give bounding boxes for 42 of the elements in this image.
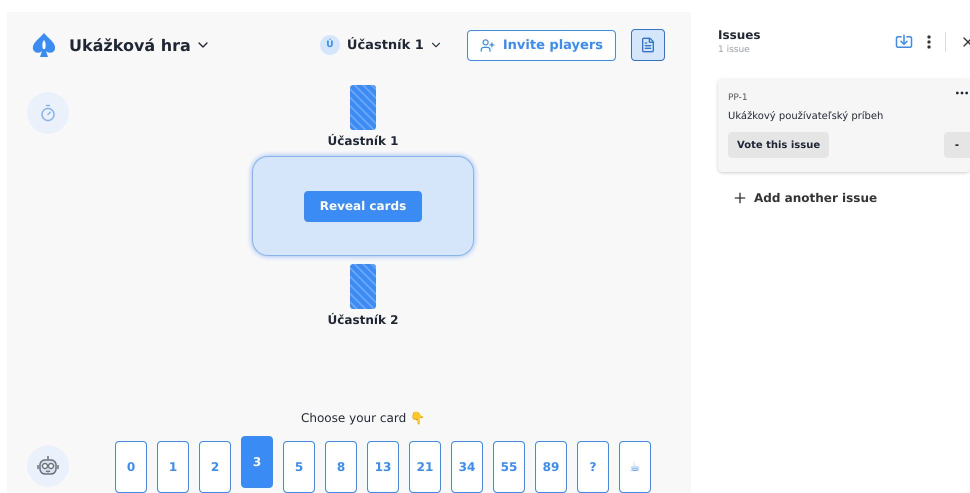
vote-card[interactable]: 2 [199,441,231,493]
import-button[interactable] [895,33,913,51]
vote-card[interactable]: 0 [115,441,147,493]
issue-card[interactable]: PP-1 Ukážkový používateľský príbeh Vote this issue - [718,79,970,172]
vote-card[interactable]: 3 [241,436,273,488]
document-icon [640,37,656,53]
user-avatar: Ú [320,35,340,55]
vote-card[interactable]: ? [577,441,609,493]
more-vertical-icon [927,35,931,49]
plus-icon [732,190,748,206]
robot-button[interactable] [27,445,69,487]
timer-icon [39,104,57,122]
player-name: Účastník 2 [328,313,398,327]
vote-card[interactable]: 55 [493,441,525,493]
card-back [350,264,376,309]
robot-icon [36,455,60,477]
reveal-cards-button[interactable]: Reveal cards [304,190,422,222]
issue-key: PP-1 [728,93,970,103]
card-back [350,85,376,130]
more-button[interactable] [927,35,931,49]
issue-count: 1 issue [718,45,751,55]
add-issue-button[interactable]: Add another issue [732,190,878,206]
vote-card[interactable]: 21 [409,441,441,493]
issue-title: Ukážkový používateľský príbeh [728,111,884,122]
vote-card[interactable]: 5 [283,441,315,493]
import-icon [895,33,913,51]
panel-title: Issues [718,28,761,42]
user-plus-icon [480,38,495,52]
vote-issue-button[interactable]: Vote this issue [728,132,830,158]
vote-card[interactable]: ☕ [619,441,651,493]
points-button[interactable]: - [944,132,970,158]
vote-card[interactable]: 89 [535,441,567,493]
game-title[interactable]: Ukážková hra [69,36,191,54]
vote-card[interactable]: 34 [451,441,483,493]
choose-card-prompt: Choose your card 👇 [300,411,426,425]
vote-card[interactable]: 8 [325,441,357,493]
vote-card[interactable]: 1 [157,441,189,493]
player-name: Účastník 1 [328,134,398,148]
user-name[interactable]: Účastník 1 [346,38,424,52]
issues-toggle-button[interactable] [631,29,665,61]
invite-players-button[interactable]: Invite players [466,30,616,60]
vote-card[interactable]: 13 [367,441,399,493]
